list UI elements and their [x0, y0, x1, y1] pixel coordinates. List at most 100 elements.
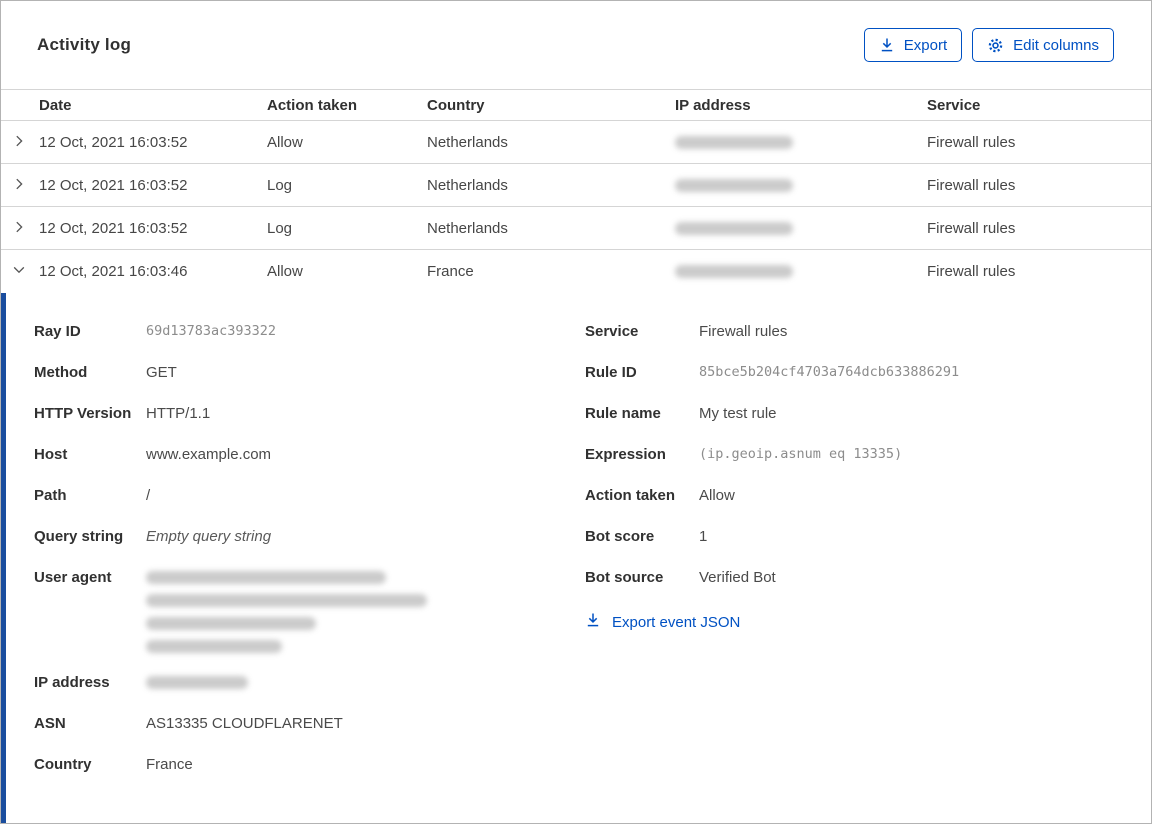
detail-row-http-version: HTTP Version HTTP/1.1	[34, 402, 585, 425]
topbar: Activity log Export Edit columns	[1, 1, 1151, 89]
column-header-ip-address: IP address	[675, 96, 751, 114]
detail-value: www.example.com	[146, 446, 272, 463]
row-service: Firewall rules	[927, 263, 1016, 280]
row-ip-address-redacted	[675, 178, 927, 192]
chevron-right-icon	[12, 134, 26, 151]
row-date: 12 Oct, 2021 16:03:52	[39, 133, 188, 151]
detail-value: AS13335 CLOUDFLARENET	[146, 715, 343, 732]
detail-label: User agent	[34, 569, 112, 586]
detail-value: (ip.geoip.asnum eq 13335)	[699, 446, 903, 462]
detail-label: HTTP Version	[34, 405, 132, 422]
detail-row-bot-source: Bot source Verified Bot	[585, 566, 1151, 589]
expand-row-button[interactable]	[1, 164, 37, 206]
activity-log-panel: Activity log Export Edit columns Date Ac…	[0, 0, 1152, 824]
row-date: 12 Oct, 2021 16:03:52	[39, 219, 188, 237]
detail-row-action-taken: Action taken Allow	[585, 484, 1151, 507]
detail-row-host: Host www.example.com	[34, 443, 585, 466]
detail-value-redacted	[146, 566, 427, 653]
detail-value: France	[146, 756, 193, 773]
detail-value: Empty query string	[146, 528, 272, 545]
row-country: Netherlands	[427, 176, 508, 194]
detail-row-ray-id: Ray ID 69d13783ac393322	[34, 320, 585, 343]
chevron-right-icon	[12, 220, 26, 237]
detail-row-rule-name: Rule name My test rule	[585, 402, 1151, 425]
detail-label: Bot score	[585, 528, 655, 545]
detail-row-rule-id: Rule ID 85bce5b204cf4703a764dcb633886291	[585, 361, 1151, 384]
detail-label: Expression	[585, 446, 666, 463]
detail-label: ASN	[34, 715, 66, 732]
row-action-taken: Allow	[267, 263, 303, 280]
column-header-action-taken: Action taken	[267, 96, 358, 114]
table-row: 12 Oct, 2021 16:03:52 Log Netherlands Fi…	[1, 207, 1151, 250]
row-ip-address-redacted	[675, 265, 927, 278]
detail-label: Country	[34, 756, 92, 773]
detail-value: 85bce5b204cf4703a764dcb633886291	[699, 364, 960, 380]
detail-row-country: Country France	[34, 753, 585, 776]
detail-value: Verified Bot	[699, 569, 776, 586]
detail-value: HTTP/1.1	[146, 405, 211, 422]
table-row: 12 Oct, 2021 16:03:52 Log Netherlands Fi…	[1, 164, 1151, 207]
chevron-right-icon	[12, 177, 26, 194]
row-action-taken: Log	[267, 219, 293, 237]
detail-row-method: Method GET	[34, 361, 585, 384]
row-action-taken: Log	[267, 176, 293, 194]
detail-label: Action taken	[585, 487, 676, 504]
edit-columns-button[interactable]: Edit columns	[972, 28, 1114, 62]
detail-label: IP address	[34, 674, 110, 691]
detail-value: My test rule	[699, 405, 777, 422]
detail-row-user-agent: User agent	[34, 566, 585, 653]
detail-label: Host	[34, 446, 68, 463]
detail-value: Firewall rules	[699, 323, 788, 340]
row-date: 12 Oct, 2021 16:03:52	[39, 176, 188, 194]
download-icon	[585, 612, 601, 632]
detail-row-query-string: Query string Empty query string	[34, 525, 585, 548]
collapse-row-button[interactable]	[1, 250, 37, 293]
detail-value: /	[146, 487, 151, 504]
detail-value: 1	[699, 528, 708, 545]
detail-label: Rule ID	[585, 364, 637, 381]
export-button[interactable]: Export	[863, 28, 963, 62]
column-header-service: Service	[927, 96, 981, 114]
detail-value-redacted	[146, 671, 248, 694]
detail-row-service: Service Firewall rules	[585, 320, 1151, 343]
edit-columns-button-label: Edit columns	[1013, 36, 1099, 54]
toolbar-actions: Export Edit columns	[863, 28, 1115, 62]
expand-row-button[interactable]	[1, 207, 37, 249]
chevron-down-icon	[12, 263, 26, 280]
gear-icon	[987, 37, 1004, 54]
row-date: 12 Oct, 2021 16:03:46	[39, 263, 188, 280]
detail-label: Ray ID	[34, 323, 81, 340]
table-row-expanded: 12 Oct, 2021 16:03:46 Allow France Firew…	[1, 250, 1151, 293]
detail-right-column: Service Firewall rules Rule ID 85bce5b20…	[585, 320, 1151, 823]
row-action-taken: Allow	[267, 133, 303, 151]
detail-row-path: Path /	[34, 484, 585, 507]
export-event-json-label: Export event JSON	[612, 613, 741, 631]
detail-label: Path	[34, 487, 67, 504]
row-service: Firewall rules	[927, 176, 1016, 194]
row-ip-address-redacted	[675, 221, 927, 235]
table-row: 12 Oct, 2021 16:03:52 Allow Netherlands …	[1, 121, 1151, 164]
detail-label: Query string	[34, 528, 124, 545]
detail-label: Bot source	[585, 569, 664, 586]
row-country: Netherlands	[427, 219, 508, 237]
expand-row-button[interactable]	[1, 121, 37, 163]
detail-row-expression: Expression (ip.geoip.asnum eq 13335)	[585, 443, 1151, 466]
detail-label: Service	[585, 323, 639, 340]
row-ip-address-redacted	[675, 135, 927, 149]
detail-label: Method	[34, 364, 88, 381]
page-title: Activity log	[37, 35, 132, 54]
row-country: Netherlands	[427, 133, 508, 151]
detail-left-column: Ray ID 69d13783ac393322 Method GET HTTP …	[34, 320, 585, 823]
detail-label: Rule name	[585, 405, 661, 422]
download-icon	[879, 37, 895, 53]
detail-row-ip-address: IP address	[34, 671, 585, 694]
detail-value: GET	[146, 364, 177, 381]
export-event-json-link[interactable]: Export event JSON	[585, 612, 1151, 632]
detail-row-bot-score: Bot score 1	[585, 525, 1151, 548]
detail-value: 69d13783ac393322	[146, 323, 277, 339]
detail-row-asn: ASN AS13335 CLOUDFLARENET	[34, 712, 585, 735]
export-button-label: Export	[903, 36, 948, 54]
row-country: France	[427, 263, 474, 280]
row-service: Firewall rules	[927, 219, 1016, 237]
column-header-country: Country	[427, 96, 485, 114]
